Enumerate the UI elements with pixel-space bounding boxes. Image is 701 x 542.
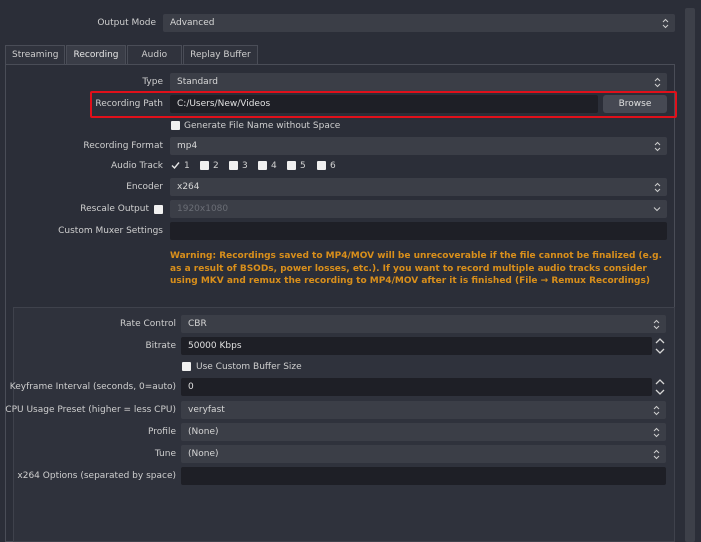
up-down-arrows-icon: [653, 137, 661, 155]
keyframe-stepper[interactable]: [654, 377, 666, 397]
recording-path-highlight: [90, 91, 677, 118]
up-down-arrows-icon: [652, 445, 660, 463]
recording-format-value: mp4: [177, 141, 198, 151]
tab-audio[interactable]: Audio: [126, 45, 183, 64]
chevron-down-icon: [653, 200, 661, 218]
output-mode-label: Output Mode: [97, 18, 156, 28]
audio-track-label: Audio Track: [111, 161, 163, 171]
up-down-arrows-icon: [652, 401, 660, 419]
audio-track-3-label: 3: [242, 161, 248, 171]
rescale-output-label: Rescale Output: [80, 204, 149, 214]
tune-select[interactable]: (None): [181, 445, 666, 463]
settings-tabs: Streaming Recording Audio Replay Buffer: [5, 45, 259, 64]
keyframe-interval-spinbox[interactable]: 0: [181, 378, 652, 396]
output-mode-select[interactable]: Advanced: [163, 14, 675, 32]
bitrate-spinbox[interactable]: 50000 Kbps: [181, 337, 652, 355]
up-down-arrows-icon: [661, 14, 669, 32]
audio-track-3-checkbox: [229, 161, 238, 170]
encoder-select[interactable]: x264: [170, 178, 667, 196]
encoder-label: Encoder: [126, 182, 163, 192]
rate-control-value: CBR: [188, 319, 207, 329]
audio-track-3[interactable]: 3: [229, 161, 257, 173]
recording-format-label: Recording Format: [83, 141, 163, 151]
bitrate-label: Bitrate: [145, 341, 177, 351]
mp4-warning-text: Warning: Recordings saved to MP4/MOV wil…: [170, 251, 663, 286]
profile-value: (None): [188, 427, 219, 437]
audio-track-2[interactable]: 2: [200, 161, 228, 173]
rate-control-select[interactable]: CBR: [181, 315, 666, 333]
x264-options-label: x264 Options (separated by space): [17, 471, 176, 481]
generate-filename-label: Generate File Name without Space: [184, 121, 341, 131]
recording-format-select[interactable]: mp4: [170, 137, 667, 155]
cpu-preset-label: CPU Usage Preset (higher = less CPU): [5, 405, 176, 415]
up-down-arrows-icon: [652, 315, 660, 333]
rescale-resolution-select: 1920x1080: [170, 200, 667, 218]
custom-muxer-input[interactable]: [170, 222, 667, 240]
x264-options-input[interactable]: [181, 467, 666, 485]
output-mode-value: Advanced: [170, 18, 215, 28]
audio-track-6-label: 6: [330, 161, 336, 171]
custom-muxer-label: Custom Muxer Settings: [58, 226, 163, 236]
tune-value: (None): [188, 449, 219, 459]
checkmark-icon: [171, 161, 180, 173]
up-down-arrows-icon: [653, 178, 661, 196]
keyframe-interval-label: Keyframe Interval (seconds, 0=auto): [9, 382, 176, 392]
audio-track-2-label: 2: [213, 161, 219, 171]
audio-track-2-checkbox: [200, 161, 209, 170]
profile-select[interactable]: (None): [181, 423, 666, 441]
cpu-preset-select[interactable]: veryfast: [181, 401, 666, 419]
up-down-arrows-icon: [652, 423, 660, 441]
audio-track-1-label: 1: [184, 161, 190, 171]
audio-track-6-checkbox: [317, 161, 326, 170]
type-select[interactable]: Standard: [170, 73, 667, 91]
audio-track-4-label: 4: [271, 161, 277, 171]
up-down-arrows-icon: [655, 379, 665, 395]
tab-streaming[interactable]: Streaming: [5, 45, 66, 64]
rescale-output-checkbox[interactable]: [154, 205, 163, 214]
cpu-preset-value: veryfast: [188, 405, 225, 415]
rate-control-label: Rate Control: [119, 319, 176, 329]
audio-track-5-label: 5: [300, 161, 306, 171]
tune-label: Tune: [154, 449, 176, 459]
generate-filename-checkbox[interactable]: [171, 121, 180, 130]
scrollbar-thumb[interactable]: [685, 8, 695, 542]
up-down-arrows-icon: [655, 338, 665, 354]
audio-track-6[interactable]: 6: [317, 161, 345, 173]
encoder-value: x264: [177, 182, 200, 192]
audio-track-1[interactable]: 1: [171, 161, 199, 173]
type-label: Type: [142, 77, 163, 87]
up-down-arrows-icon: [653, 73, 661, 91]
audio-track-4-checkbox: [258, 161, 267, 170]
rescale-resolution-value: 1920x1080: [177, 204, 229, 214]
type-value: Standard: [177, 77, 218, 87]
bitrate-stepper[interactable]: [654, 336, 666, 356]
tab-replay-buffer[interactable]: Replay Buffer: [183, 45, 258, 64]
profile-label: Profile: [148, 427, 176, 437]
tab-recording[interactable]: Recording: [66, 45, 126, 64]
audio-track-5[interactable]: 5: [287, 161, 315, 173]
audio-track-4[interactable]: 4: [258, 161, 286, 173]
custom-buffer-checkbox[interactable]: [182, 362, 191, 371]
audio-track-5-checkbox: [287, 161, 296, 170]
custom-buffer-label: Use Custom Buffer Size: [196, 362, 302, 372]
